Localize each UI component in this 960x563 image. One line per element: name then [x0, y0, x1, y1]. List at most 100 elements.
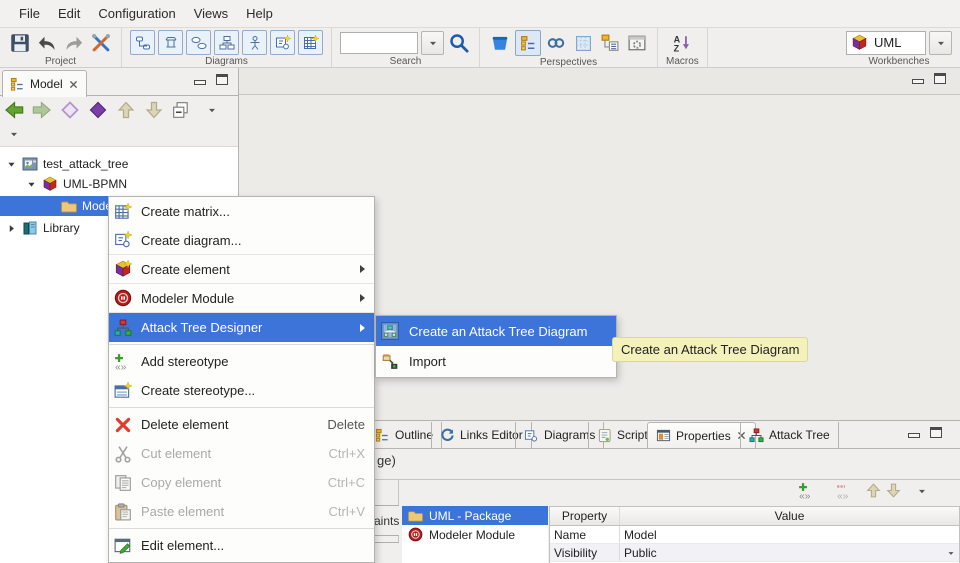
move-up-icon[interactable]: [865, 482, 882, 499]
menu-file[interactable]: File: [10, 3, 49, 24]
group-label-workbenches: Workbenches: [869, 56, 930, 67]
menu-configuration[interactable]: Configuration: [89, 3, 184, 24]
maximize-icon[interactable]: [930, 427, 942, 438]
usecase-diagram-button[interactable]: [186, 30, 211, 55]
hierarchy-perspective-button[interactable]: [598, 31, 622, 55]
navigate-forward-icon[interactable]: [32, 100, 52, 120]
view-menu-icon[interactable]: [916, 485, 928, 497]
search-icon: [449, 33, 469, 53]
property-visibility-value[interactable]: Public: [620, 544, 946, 561]
move-up-icon[interactable]: [116, 100, 136, 120]
maximize-icon[interactable]: [216, 74, 228, 85]
search-button[interactable]: [447, 31, 471, 55]
save-button[interactable]: [8, 31, 32, 55]
usecase-diagram-icon: [191, 35, 207, 51]
links-perspective-button[interactable]: [544, 31, 568, 55]
expander-closed-icon[interactable]: [6, 223, 17, 234]
menu-item-create-stereotype[interactable]: Create stereotype...: [109, 376, 374, 405]
tab-model[interactable]: Model: [2, 70, 87, 97]
filter-chevron-icon[interactable]: [8, 128, 20, 140]
model-window-buttons: [194, 74, 228, 85]
expander-open-icon[interactable]: [26, 179, 37, 190]
undo-button[interactable]: [35, 31, 59, 55]
menu-views[interactable]: Views: [185, 3, 237, 24]
collapse-all-icon[interactable]: [172, 101, 190, 119]
properties-icon: [656, 428, 671, 443]
list-item[interactable]: Modeler Module: [402, 525, 548, 544]
diamond-filled-icon[interactable]: [88, 100, 108, 120]
sort-az-button[interactable]: [670, 31, 694, 55]
property-name-value[interactable]: Model: [620, 526, 959, 543]
diamond-outline-icon[interactable]: [60, 100, 80, 120]
expander-open-icon[interactable]: [6, 159, 17, 170]
move-down-icon[interactable]: [144, 100, 164, 120]
deployment-diagram-button[interactable]: [158, 30, 183, 55]
search-input[interactable]: [340, 32, 418, 54]
menu-help[interactable]: Help: [237, 3, 282, 24]
submenu-item-import[interactable]: Import: [376, 346, 616, 376]
new-diagram-button[interactable]: [270, 30, 295, 55]
container-perspective-button[interactable]: [488, 31, 512, 55]
menu-item-edit-element[interactable]: Edit element...: [109, 531, 374, 560]
tree-item-project[interactable]: test_attack_tree: [6, 154, 128, 174]
minimize-icon[interactable]: [908, 433, 920, 438]
deployment-diagram-icon: [163, 35, 179, 51]
tree-item-library[interactable]: Library: [6, 218, 80, 238]
maximize-icon[interactable]: [934, 73, 946, 84]
group-label-diagrams: Diagrams: [205, 56, 248, 67]
window-settings-button[interactable]: [625, 31, 649, 55]
remove-stereotype-icon[interactable]: [836, 482, 854, 500]
add-stereotype-icon: [114, 353, 132, 371]
model-tree-icon: [520, 35, 537, 52]
main-toolbar: Project Diagrams Search: [0, 28, 960, 68]
move-down-icon[interactable]: [885, 482, 902, 499]
tooltip: Create an Attack Tree Diagram: [612, 337, 808, 362]
dropdown-arrow-icon[interactable]: [946, 548, 956, 558]
minimize-icon[interactable]: [912, 79, 924, 84]
search-dropdown-button[interactable]: [421, 31, 444, 55]
submenu-item-create-attack-tree-diagram[interactable]: Create an Attack Tree Diagram: [376, 316, 616, 346]
toolbar-group-diagrams: Diagrams: [122, 28, 332, 67]
redo-button[interactable]: [62, 31, 86, 55]
menu-edit[interactable]: Edit: [49, 3, 89, 24]
menu-item-add-stereotype[interactable]: Add stereotype: [109, 347, 374, 376]
new-matrix-button[interactable]: [298, 30, 323, 55]
workbench-value: UML: [874, 35, 901, 50]
workbench-dropdown-button[interactable]: [929, 31, 952, 55]
actor-diagram-button[interactable]: [242, 30, 267, 55]
create-element-icon: [114, 260, 132, 278]
configure-button[interactable]: [89, 31, 113, 55]
navigate-back-icon[interactable]: [4, 100, 24, 120]
tree-item-uml-bpmn[interactable]: UML-BPMN: [26, 174, 127, 194]
view-menu-icon[interactable]: [206, 104, 218, 116]
menu-item-delete-element[interactable]: Delete element Delete: [109, 410, 374, 439]
menu-item-create-matrix[interactable]: Create matrix...: [109, 197, 374, 226]
menu-item-modeler-module[interactable]: Modeler Module: [109, 284, 374, 313]
menu-item-attack-tree-designer[interactable]: Attack Tree Designer: [109, 313, 374, 342]
table-row: Name Model: [550, 526, 959, 544]
grid-perspective-button[interactable]: [571, 31, 595, 55]
column-header-property[interactable]: Property: [550, 507, 620, 525]
new-diagram-icon: [275, 35, 291, 51]
tab-attack-tree[interactable]: Attack Tree: [740, 422, 839, 448]
property-name-label: Name: [550, 526, 620, 543]
menu-item-cut-element: Cut element Ctrl+X: [109, 439, 374, 468]
group-label-macros: Macros: [666, 56, 699, 67]
model-tree-icon: [10, 77, 25, 92]
model-perspective-button[interactable]: [515, 30, 541, 56]
add-stereotype-icon[interactable]: [798, 482, 816, 500]
menu-item-paste-element: Paste element Ctrl+V: [109, 497, 374, 526]
column-header-value[interactable]: Value: [620, 507, 959, 525]
tools-icon: [91, 33, 111, 53]
workbench-combo[interactable]: UML: [846, 31, 926, 55]
class-diagram-button[interactable]: [214, 30, 239, 55]
menu-item-create-element[interactable]: Create element: [109, 255, 374, 284]
model-panel-toolbar: [4, 100, 218, 120]
minimize-icon[interactable]: [194, 80, 206, 85]
activity-diagram-button[interactable]: [130, 30, 155, 55]
grid-icon: [575, 35, 592, 52]
menu-item-create-diagram[interactable]: Create diagram...: [109, 226, 374, 255]
close-icon[interactable]: [68, 79, 79, 90]
table-row: Visibility Public: [550, 544, 959, 562]
list-item[interactable]: UML - Package: [402, 506, 548, 525]
